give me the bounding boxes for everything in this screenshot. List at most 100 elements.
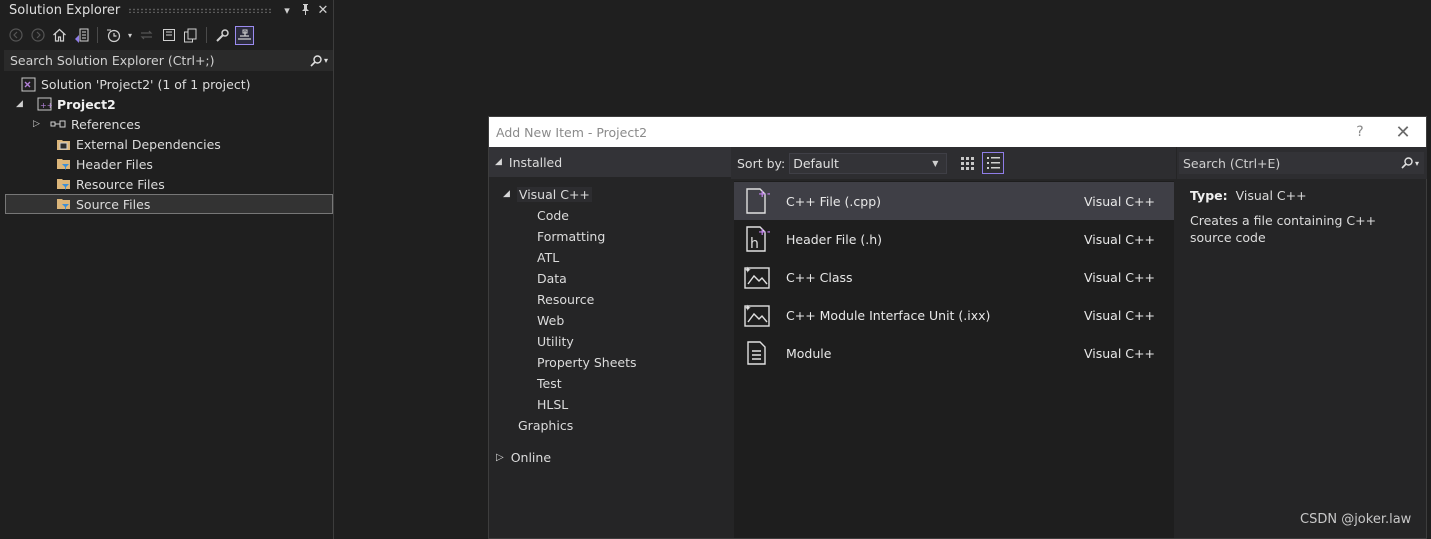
tree-label-external-dependencies: External Dependencies [76, 136, 221, 152]
medium-icons-view-icon[interactable] [956, 152, 978, 174]
close-dialog-button[interactable]: ✕ [1380, 122, 1426, 143]
search-icon[interactable]: ▾ [1401, 157, 1419, 169]
folder-filter-icon [55, 176, 71, 192]
tree-item-references[interactable]: ▷ References [33, 114, 140, 134]
visual-cpp-label: Visual C++ [516, 186, 592, 202]
sort-value: Default [793, 155, 839, 171]
category-utility[interactable]: Utility [537, 331, 574, 351]
tree-item-project[interactable]: ◢ ++ Project2 [16, 94, 116, 114]
references-icon [50, 116, 66, 132]
category-graphics[interactable]: Graphics [518, 415, 573, 435]
folder-filter-icon [55, 196, 71, 212]
pending-changes-filter-icon[interactable] [104, 26, 123, 45]
expanded-arrow-icon[interactable]: ◢ [16, 99, 26, 109]
dropdown-arrow-icon[interactable]: ▾ [126, 26, 134, 45]
dialog-title: Add New Item - Project2 [496, 124, 648, 140]
category-resource[interactable]: Resource [537, 289, 594, 309]
template-list: ++ C++ File (.cpp) Visual C++ h++ Header… [734, 181, 1174, 538]
sort-by-dropdown[interactable]: Default ▼ [789, 152, 948, 174]
home-icon[interactable] [50, 26, 69, 45]
tree-item-resource-files[interactable]: Resource Files [55, 174, 165, 194]
search-icon[interactable]: ▾ [306, 54, 332, 67]
drag-grip[interactable] [128, 7, 271, 13]
template-category-pane: ◢ Installed ◢ Visual C++ Code Formatting… [489, 147, 731, 538]
class-icon: ✦ [742, 262, 772, 292]
template-name: Module [786, 345, 832, 361]
chevron-down-icon: ▼ [932, 158, 939, 168]
collapse-all-icon[interactable] [159, 26, 178, 45]
svg-text:++: ++ [758, 189, 770, 200]
forward-icon[interactable] [28, 26, 47, 45]
template-item-module[interactable]: Module Visual C++ [734, 334, 1174, 372]
category-hlsl[interactable]: HLSL [537, 394, 568, 414]
svg-text:++: ++ [758, 227, 770, 238]
expanded-arrow-icon[interactable]: ◢ [495, 157, 502, 167]
tree-item-header-files[interactable]: Header Files [55, 154, 153, 174]
toolbar-separator [97, 27, 98, 43]
installed-label: Installed [508, 154, 563, 170]
solution-explorer-search-box[interactable]: Search Solution Explorer (Ctrl+;) ▾ [4, 50, 333, 71]
switch-views-icon[interactable] [72, 26, 91, 45]
dialog-titlebar: Add New Item - Project2 ? ✕ [489, 117, 1426, 147]
category-visual-cpp[interactable]: ◢ Visual C++ [503, 184, 592, 204]
pin-icon[interactable] [297, 3, 313, 18]
tree-item-source-files[interactable]: Source Files [5, 194, 333, 214]
show-all-files-icon[interactable] [181, 26, 200, 45]
sort-by-label: Sort by: [737, 155, 786, 171]
template-language: Visual C++ [1084, 269, 1155, 285]
project-label: Project2 [57, 96, 116, 112]
template-details: Type: Visual C++ Creates a file containi… [1190, 187, 1420, 246]
sync-with-document-icon[interactable] [137, 26, 156, 45]
watermark: CSDN @joker.law [1300, 512, 1412, 527]
solution-explorer-titlebar: Solution Explorer ▾ ✕ [0, 0, 333, 20]
installed-header[interactable]: ◢ Installed [489, 147, 731, 177]
online-section[interactable]: ▷ Online [496, 447, 551, 467]
back-icon[interactable] [6, 26, 25, 45]
template-language: Visual C++ [1084, 193, 1155, 209]
category-property-sheets[interactable]: Property Sheets [537, 352, 637, 372]
svg-text:✦: ✦ [744, 304, 752, 314]
category-code[interactable]: Code [537, 205, 569, 225]
template-item-cpp-file[interactable]: ++ C++ File (.cpp) Visual C++ [734, 182, 1174, 220]
tree-label-resource-files: Resource Files [76, 176, 165, 192]
solution-explorer-title: Solution Explorer [9, 2, 121, 18]
add-new-item-dialog: Add New Item - Project2 ? ✕ ◢ Installed … [488, 116, 1427, 539]
project-icon: ++ [36, 96, 52, 112]
properties-wrench-icon[interactable] [213, 26, 232, 45]
category-atl[interactable]: ATL [537, 247, 559, 267]
category-formatting[interactable]: Formatting [537, 226, 605, 246]
template-description: Creates a file containing C++ source cod… [1190, 213, 1377, 245]
folder-filter-icon [55, 156, 71, 172]
category-web[interactable]: Web [537, 310, 564, 330]
tree-label-source-files: Source Files [76, 196, 151, 212]
category-data[interactable]: Data [537, 268, 567, 288]
tree-item-external-dependencies[interactable]: External Dependencies [55, 134, 221, 154]
template-name: C++ File (.cpp) [786, 193, 882, 209]
template-item-module-interface-unit[interactable]: ✦ C++ Module Interface Unit (.ixx) Visua… [734, 296, 1174, 334]
header-file-icon: h++ [742, 224, 772, 254]
template-search-input[interactable]: Search (Ctrl+E) ▾ [1179, 152, 1424, 174]
template-search-bar: Search (Ctrl+E) ▾ [1177, 147, 1427, 179]
list-view-icon[interactable] [982, 152, 1005, 174]
template-item-cpp-class[interactable]: ✦ C++ Class Visual C++ [734, 258, 1174, 296]
solution-explorer-panel: Solution Explorer ▾ ✕ ▾ Search Solution … [0, 0, 334, 539]
template-item-header-file[interactable]: h++ Header File (.h) Visual C++ [734, 220, 1174, 258]
collapsed-arrow-icon[interactable]: ▷ [33, 119, 43, 129]
type-value: Visual C++ [1235, 188, 1307, 203]
template-language: Visual C++ [1084, 307, 1155, 323]
window-position-dropdown-icon[interactable]: ▾ [279, 4, 295, 17]
cpp-file-icon: ++ [742, 186, 772, 216]
preview-selected-items-icon[interactable] [235, 25, 254, 45]
template-name: Header File (.h) [786, 231, 883, 247]
template-name: C++ Module Interface Unit (.ixx) [786, 307, 991, 323]
expanded-arrow-icon[interactable]: ◢ [503, 189, 510, 199]
search-placeholder: Search Solution Explorer (Ctrl+;) [10, 53, 215, 68]
tree-item-solution[interactable]: Solution 'Project2' (1 of 1 project) [20, 74, 250, 94]
tree-label-references: References [71, 116, 141, 132]
help-button[interactable]: ? [1340, 124, 1380, 140]
svg-text:++: ++ [40, 101, 52, 110]
solution-icon [20, 76, 36, 92]
category-test[interactable]: Test [537, 373, 562, 393]
collapsed-arrow-icon[interactable]: ▷ [496, 452, 504, 463]
close-icon[interactable]: ✕ [315, 3, 331, 18]
